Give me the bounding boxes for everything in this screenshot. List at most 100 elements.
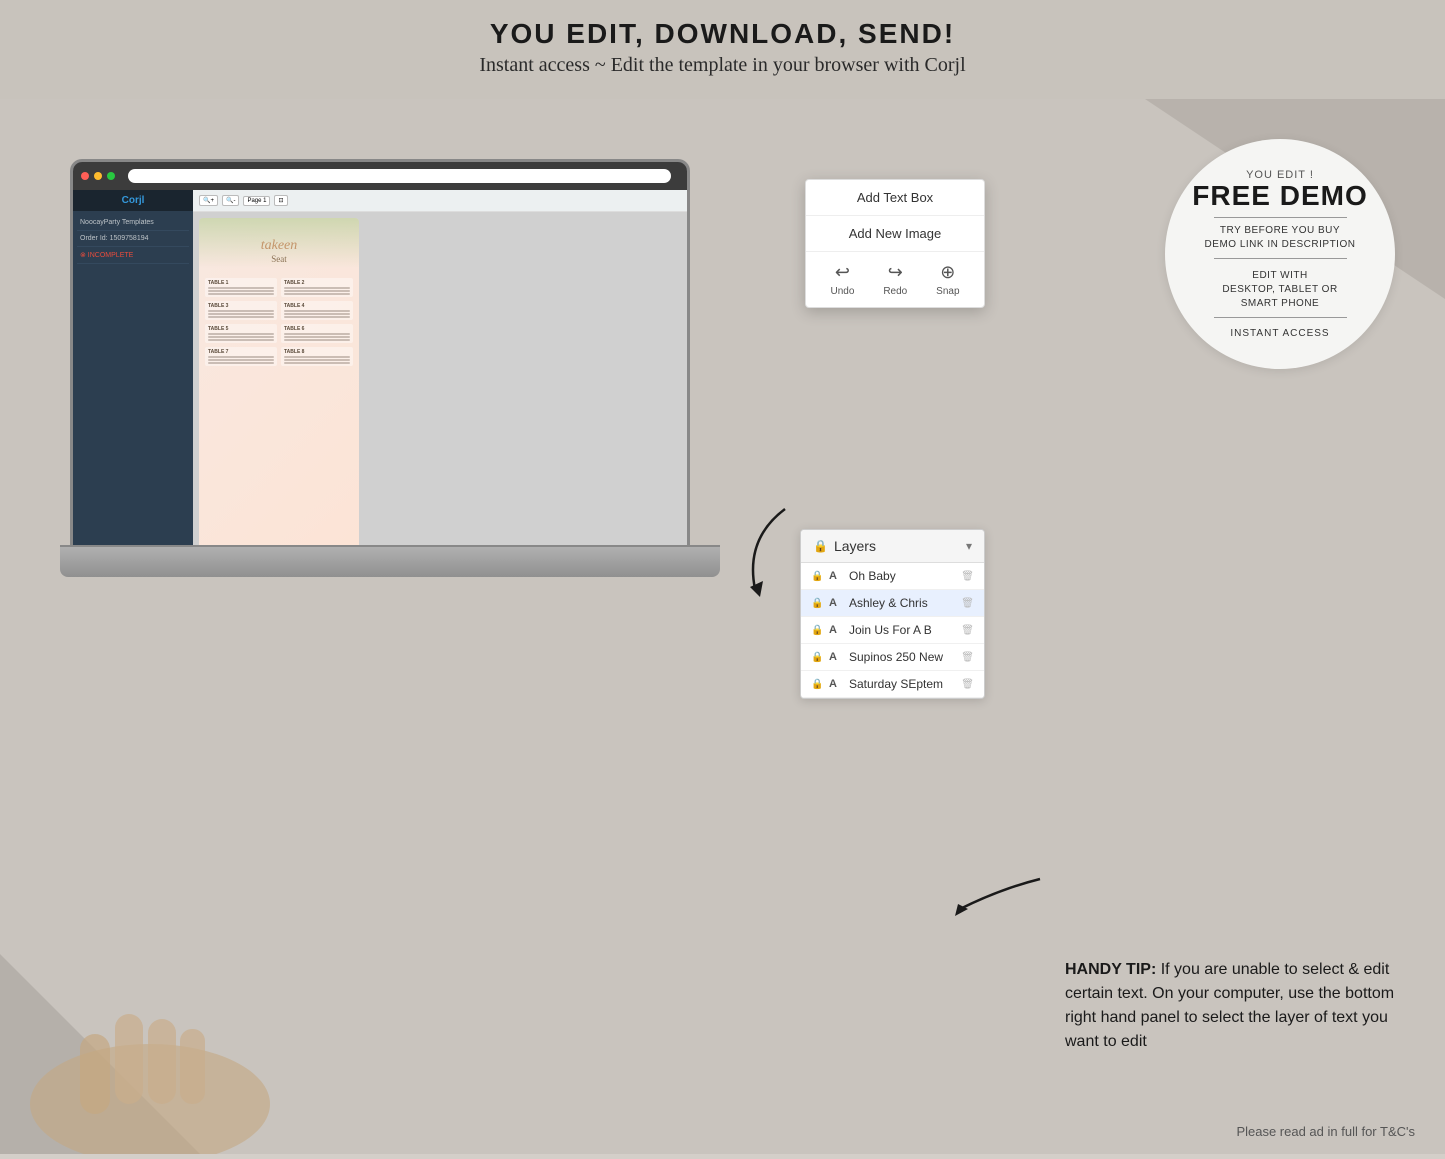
laptop-section: Corjl NoocayParty Templates Order Id: 15… bbox=[0, 99, 750, 1154]
layer-text-3: Join Us For A B bbox=[849, 623, 955, 637]
seating-table-7: TABLE 7 bbox=[205, 347, 277, 366]
redo-item: ↪ Redo bbox=[883, 262, 907, 297]
headline: YOU EDIT, DOWNLOAD, SEND! bbox=[20, 18, 1425, 50]
seating-chart-preview: takeen Seat TABLE 1 bbox=[199, 218, 359, 546]
handy-tip-label: HANDY TIP: bbox=[1065, 961, 1156, 978]
handy-tip-text: HANDY TIP: If you are unable to select &… bbox=[1065, 958, 1415, 1054]
add-image-button[interactable]: Add New Image bbox=[806, 216, 984, 251]
seating-table-5: TABLE 5 bbox=[205, 324, 277, 343]
laptop-mockup: Corjl NoocayParty Templates Order Id: 15… bbox=[30, 159, 730, 679]
layers-chevron-icon[interactable]: ▾ bbox=[966, 539, 972, 554]
seating-table-8: TABLE 8 bbox=[281, 347, 353, 366]
corjl-sidebar-item-order[interactable]: Order Id: 1509758194 bbox=[77, 231, 189, 247]
toolbar-fit[interactable]: ⊡ bbox=[274, 195, 287, 206]
floating-corjl-panel: Add Text Box Add New Image ↩ Undo ↪ Redo… bbox=[805, 179, 985, 308]
top-banner: YOU EDIT, DOWNLOAD, SEND! Instant access… bbox=[0, 0, 1445, 99]
seating-table-6: TABLE 6 bbox=[281, 324, 353, 343]
layer-text-2: Ashley & Chris bbox=[849, 596, 955, 610]
corjl-canvas-main: 🔍+ 🔍- Page 1 ⊡ takeen bbox=[193, 190, 687, 546]
layer-type-icon-2: A bbox=[829, 597, 843, 609]
corjl-ui: Corjl NoocayParty Templates Order Id: 15… bbox=[73, 190, 687, 546]
corjl-sidebar-items: NoocayParty Templates Order Id: 15097581… bbox=[73, 211, 193, 268]
layers-panel: 🔒 Layers ▾ 🔒 A Oh Baby 🗑 🔒 A Ashley & Ch… bbox=[800, 529, 985, 699]
laptop-screen: Corjl NoocayParty Templates Order Id: 15… bbox=[70, 159, 690, 549]
layers-title-row: 🔒 Layers bbox=[813, 538, 876, 554]
layer-delete-icon-4[interactable]: 🗑 bbox=[961, 652, 974, 663]
toolbar-zoom-in[interactable]: 🔍+ bbox=[199, 195, 218, 206]
browser-chrome bbox=[73, 162, 687, 190]
browser-close-dot[interactable] bbox=[81, 172, 89, 180]
browser-maximize-dot[interactable] bbox=[107, 172, 115, 180]
corjl-sidebar: Corjl NoocayParty Templates Order Id: 15… bbox=[73, 190, 193, 546]
layer-type-icon-4: A bbox=[829, 651, 843, 663]
seating-table-1: TABLE 1 bbox=[205, 278, 277, 297]
laptop-screen-inner: Corjl NoocayParty Templates Order Id: 15… bbox=[73, 162, 687, 546]
seating-chart-title: takeen bbox=[199, 238, 359, 254]
layers-item-supinos[interactable]: 🔒 A Supinos 250 New 🗑 bbox=[801, 644, 984, 671]
layers-header: 🔒 Layers ▾ bbox=[801, 530, 984, 563]
undo-icon[interactable]: ↩ bbox=[835, 262, 850, 283]
layer-lock-icon-1: 🔒 bbox=[811, 571, 823, 582]
toolbar-page: Page 1 bbox=[243, 196, 270, 206]
seating-chart-subtitle: Seat bbox=[199, 254, 359, 264]
snap-item: ⊕ Snap bbox=[936, 262, 959, 297]
hand-svg bbox=[0, 854, 400, 1154]
browser-url-bar[interactable] bbox=[128, 169, 671, 183]
subline: Instant access ~ Edit the template in yo… bbox=[20, 54, 1425, 77]
layer-lock-icon-4: 🔒 bbox=[811, 652, 823, 663]
browser-minimize-dot[interactable] bbox=[94, 172, 102, 180]
seating-title-area: takeen Seat bbox=[199, 238, 359, 264]
corjl-logo: Corjl bbox=[78, 195, 188, 206]
arrow-to-panel bbox=[725, 499, 805, 604]
demo-divider-3 bbox=[1214, 317, 1347, 318]
undo-label: Undo bbox=[830, 286, 854, 297]
snap-label: Snap bbox=[936, 286, 959, 297]
corjl-sidebar-header: Corjl bbox=[73, 190, 193, 211]
corjl-canvas-area: takeen Seat TABLE 1 bbox=[193, 212, 687, 546]
layer-text-5: Saturday SEptem bbox=[849, 677, 955, 691]
seating-tables-grid: TABLE 1 TABLE 2 bbox=[205, 278, 353, 366]
redo-label: Redo bbox=[883, 286, 907, 297]
footer-note: Please read ad in full for T&C's bbox=[1236, 1124, 1415, 1139]
layer-delete-icon-1[interactable]: 🗑 bbox=[961, 571, 974, 582]
demo-divider-2 bbox=[1214, 258, 1347, 259]
layer-lock-icon-3: 🔒 bbox=[811, 625, 823, 636]
demo-try-before: TRY BEFORE YOU BUYDEMO LINK IN DESCRIPTI… bbox=[1205, 224, 1356, 252]
demo-instant-access: INSTANT ACCESS bbox=[1230, 328, 1329, 339]
hand-area bbox=[0, 854, 400, 1154]
layers-title-text: Layers bbox=[834, 538, 876, 554]
layers-lock-icon: 🔒 bbox=[813, 539, 828, 554]
seating-table-2: TABLE 2 bbox=[281, 278, 353, 297]
main-area: Corjl NoocayParty Templates Order Id: 15… bbox=[0, 99, 1445, 1154]
panel-icons-row: ↩ Undo ↪ Redo ⊕ Snap bbox=[806, 251, 984, 307]
undo-item: ↩ Undo bbox=[830, 262, 854, 297]
layer-delete-icon-3[interactable]: 🗑 bbox=[961, 625, 974, 636]
demo-you-edit-label: YOU EDIT ! bbox=[1246, 169, 1314, 181]
redo-icon[interactable]: ↪ bbox=[888, 262, 903, 283]
arrow-to-layers bbox=[950, 869, 1050, 934]
seating-table-4: TABLE 4 bbox=[281, 301, 353, 320]
snap-icon[interactable]: ⊕ bbox=[940, 262, 955, 283]
seating-table-3: TABLE 3 bbox=[205, 301, 277, 320]
layer-type-icon-1: A bbox=[829, 570, 843, 582]
layers-item-join-us[interactable]: 🔒 A Join Us For A B 🗑 bbox=[801, 617, 984, 644]
layer-text-1: Oh Baby bbox=[849, 569, 955, 583]
corjl-toolbar: 🔍+ 🔍- Page 1 ⊡ bbox=[193, 190, 687, 212]
layer-lock-icon-5: 🔒 bbox=[811, 679, 823, 690]
demo-divider-1 bbox=[1214, 217, 1347, 218]
layer-lock-icon-2: 🔒 bbox=[811, 598, 823, 609]
demo-free-demo-title: FREE DEMO bbox=[1192, 181, 1367, 212]
layer-text-4: Supinos 250 New bbox=[849, 650, 955, 664]
layer-type-icon-3: A bbox=[829, 624, 843, 636]
add-textbox-button[interactable]: Add Text Box bbox=[806, 180, 984, 216]
layers-item-ashley-chris[interactable]: 🔒 A Ashley & Chris 🗑 bbox=[801, 590, 984, 617]
layer-delete-icon-5[interactable]: 🗑 bbox=[961, 679, 974, 690]
layer-delete-icon-2[interactable]: 🗑 bbox=[961, 598, 974, 609]
laptop-base bbox=[60, 547, 720, 577]
layers-item-oh-baby[interactable]: 🔒 A Oh Baby 🗑 bbox=[801, 563, 984, 590]
corjl-sidebar-item-templates[interactable]: NoocayParty Templates bbox=[77, 215, 189, 231]
demo-edit-with: EDIT WITHDESKTOP, TABLET ORSMART PHONE bbox=[1222, 269, 1337, 311]
toolbar-zoom-out[interactable]: 🔍- bbox=[222, 195, 239, 206]
layers-item-saturday[interactable]: 🔒 A Saturday SEptem 🗑 bbox=[801, 671, 984, 698]
corjl-sidebar-item-incomplete[interactable]: ⊗ INCOMPLETE bbox=[77, 247, 189, 264]
